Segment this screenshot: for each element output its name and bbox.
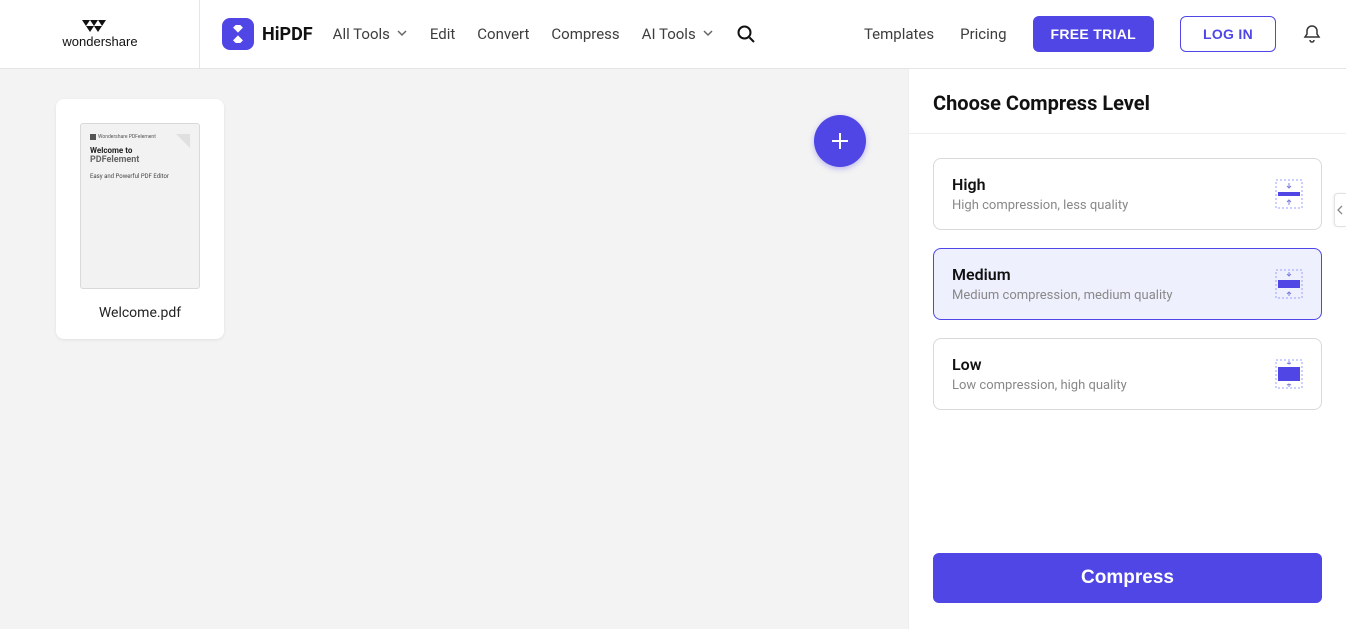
option-medium[interactable]: Medium Medium compression, medium qualit…: [933, 248, 1322, 320]
option-low-sub: Low compression, high quality: [952, 378, 1127, 393]
option-high-sub: High compression, less quality: [952, 198, 1128, 213]
search-icon: [736, 24, 756, 44]
option-low-label: Low: [952, 355, 1127, 374]
wondershare-logo[interactable]: wondershare: [0, 0, 200, 68]
thumb-line1: Welcome to: [90, 146, 190, 155]
hipdf-logo-icon: [222, 18, 254, 50]
collapse-panel-button[interactable]: [1334, 193, 1346, 227]
right-nav: Templates Pricing FREE TRIAL LOG IN: [864, 16, 1322, 52]
compress-options: High High compression, less quality Medi…: [909, 134, 1346, 410]
main-nav: All Tools Edit Convert Compress AI Tools: [333, 24, 756, 44]
chevron-left-icon: [1337, 205, 1344, 215]
free-trial-button[interactable]: FREE TRIAL: [1033, 16, 1154, 52]
thumb-line3: Easy and Powerful PDF Editor: [90, 173, 190, 181]
nav-ai-tools[interactable]: AI Tools: [642, 25, 714, 43]
chevron-down-icon: [396, 25, 408, 43]
nav-edit[interactable]: Edit: [430, 25, 455, 43]
header: wondershare HiPDF All Tools Edit Convert…: [0, 0, 1346, 69]
compress-button[interactable]: Compress: [933, 553, 1322, 603]
file-name: Welcome.pdf: [80, 305, 200, 321]
page-fold-icon: [176, 134, 190, 148]
nav-pricing[interactable]: Pricing: [960, 25, 1006, 43]
option-high[interactable]: High High compression, less quality: [933, 158, 1322, 230]
notifications-button[interactable]: [1302, 24, 1322, 44]
compress-panel: Choose Compress Level High High compress…: [908, 69, 1346, 629]
nav-compress-label: Compress: [551, 25, 619, 43]
login-button[interactable]: LOG IN: [1180, 16, 1276, 52]
panel-title: Choose Compress Level: [909, 69, 1346, 134]
compress-low-icon: [1275, 359, 1303, 389]
wondershare-text: wondershare: [61, 34, 137, 49]
option-low[interactable]: Low Low compression, high quality: [933, 338, 1322, 410]
file-thumbnail: Wondershare PDFelement Welcome to PDFele…: [80, 123, 200, 289]
nav-ai-tools-label: AI Tools: [642, 25, 696, 43]
bell-icon: [1302, 24, 1322, 44]
option-medium-label: Medium: [952, 265, 1173, 284]
nav-compress[interactable]: Compress: [551, 25, 619, 43]
nav-all-tools-label: All Tools: [333, 25, 390, 43]
hipdf-brand-text: HiPDF: [262, 24, 313, 45]
option-high-label: High: [952, 175, 1128, 194]
add-file-button[interactable]: [814, 115, 866, 167]
nav-edit-label: Edit: [430, 25, 455, 43]
nav-all-tools[interactable]: All Tools: [333, 25, 408, 43]
compress-medium-icon: [1275, 269, 1303, 299]
chevron-down-icon: [702, 25, 714, 43]
plus-icon: [829, 130, 851, 152]
option-medium-sub: Medium compression, medium quality: [952, 288, 1173, 303]
file-card[interactable]: Wondershare PDFelement Welcome to PDFele…: [56, 99, 224, 339]
file-canvas: Wondershare PDFelement Welcome to PDFele…: [0, 69, 908, 629]
search-button[interactable]: [736, 24, 756, 44]
compress-high-icon: [1275, 179, 1303, 209]
nav-templates[interactable]: Templates: [864, 25, 934, 43]
thumb-brand: Wondershare PDFelement: [98, 134, 156, 140]
main: Wondershare PDFelement Welcome to PDFele…: [0, 69, 1346, 629]
hipdf-brand[interactable]: HiPDF: [222, 18, 313, 50]
nav-convert[interactable]: Convert: [477, 25, 529, 43]
nav-convert-label: Convert: [477, 25, 529, 43]
thumb-line2: PDFelement: [90, 155, 190, 165]
